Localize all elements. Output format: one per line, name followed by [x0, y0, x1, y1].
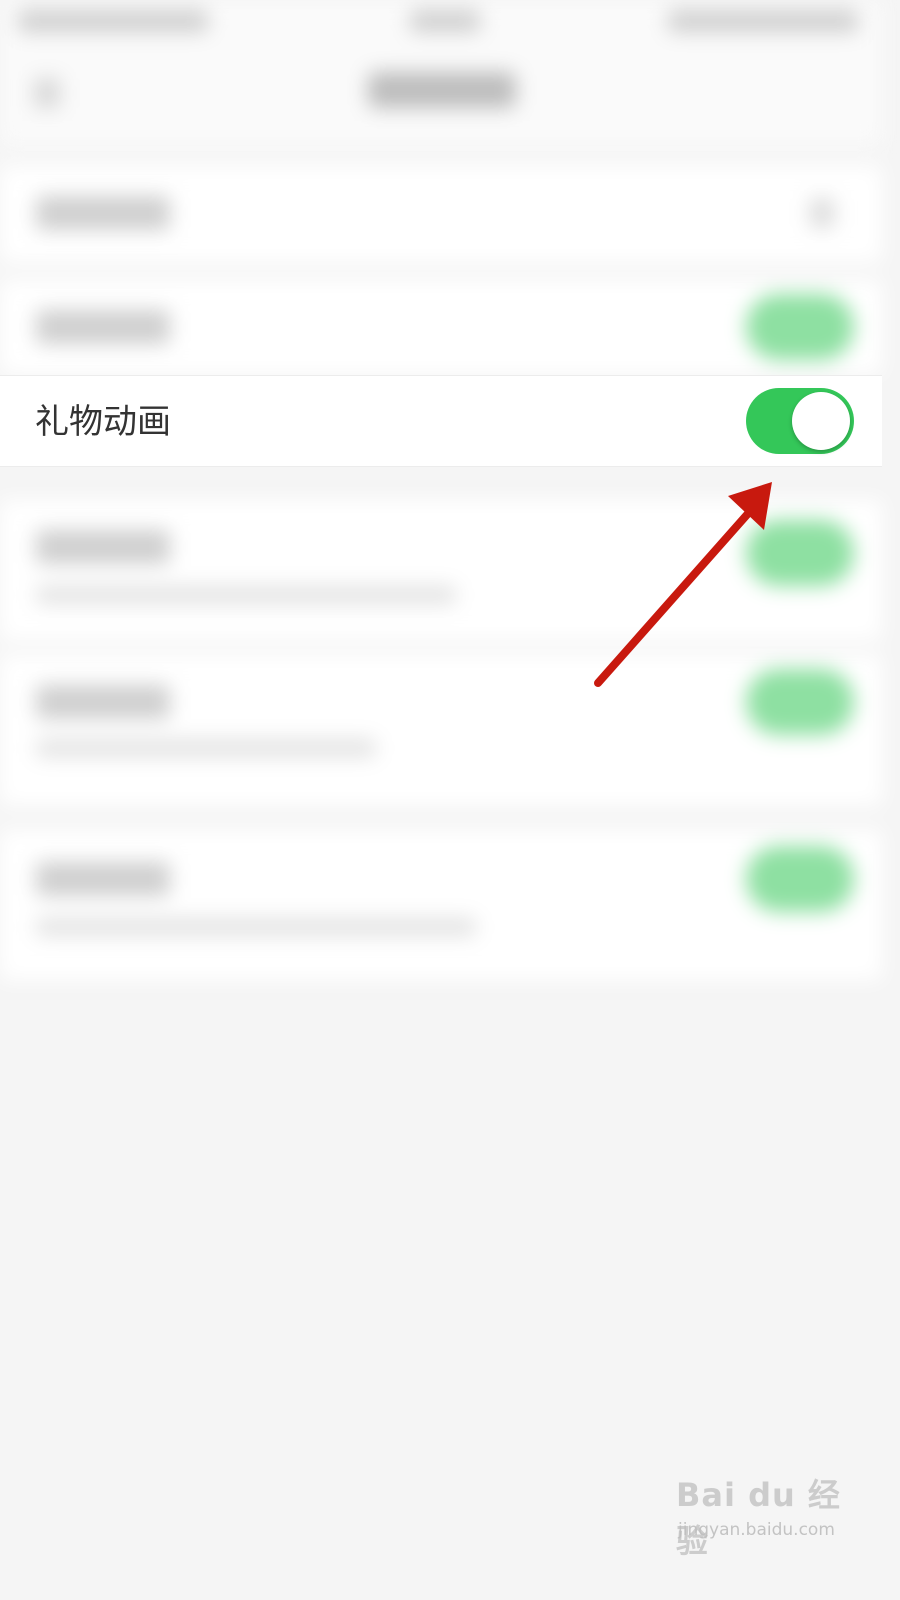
gift-animation-label: 礼物动画	[35, 402, 171, 442]
back-icon[interactable]	[34, 78, 60, 108]
settings-row	[0, 280, 882, 374]
settings-row-description	[36, 918, 476, 936]
watermark-logo: Bai du 经验	[676, 1476, 841, 1560]
settings-row-description	[36, 586, 456, 604]
settings-row[interactable]	[0, 166, 882, 262]
toggle-switch[interactable]	[746, 294, 854, 360]
watermark-url: jingyan.baidu.com	[678, 1520, 835, 1540]
toggle-switch[interactable]	[746, 669, 854, 735]
blurred-background	[0, 0, 882, 1000]
status-right	[668, 10, 858, 32]
settings-row	[0, 830, 882, 980]
page-title	[368, 72, 516, 108]
baidu-watermark: Bai du 经验 jingyan.baidu.com	[676, 1470, 856, 1560]
gift-animation-toggle[interactable]	[746, 388, 854, 454]
settings-row-label	[36, 530, 170, 564]
toggle-switch[interactable]	[746, 846, 854, 912]
settings-row	[0, 655, 882, 805]
settings-row-description	[36, 739, 376, 757]
status-bar	[0, 0, 882, 46]
toggle-knob	[792, 392, 850, 450]
settings-row-label	[36, 196, 170, 230]
status-left	[18, 10, 208, 32]
settings-row-label	[36, 310, 170, 344]
chevron-right-icon	[810, 198, 834, 228]
nav-bar	[0, 46, 882, 146]
settings-row-label	[36, 685, 170, 719]
status-center	[410, 10, 480, 32]
settings-row	[0, 500, 882, 640]
toggle-switch[interactable]	[746, 520, 854, 586]
gift-animation-row: 礼物动画	[0, 375, 882, 467]
settings-row-label	[36, 862, 170, 896]
